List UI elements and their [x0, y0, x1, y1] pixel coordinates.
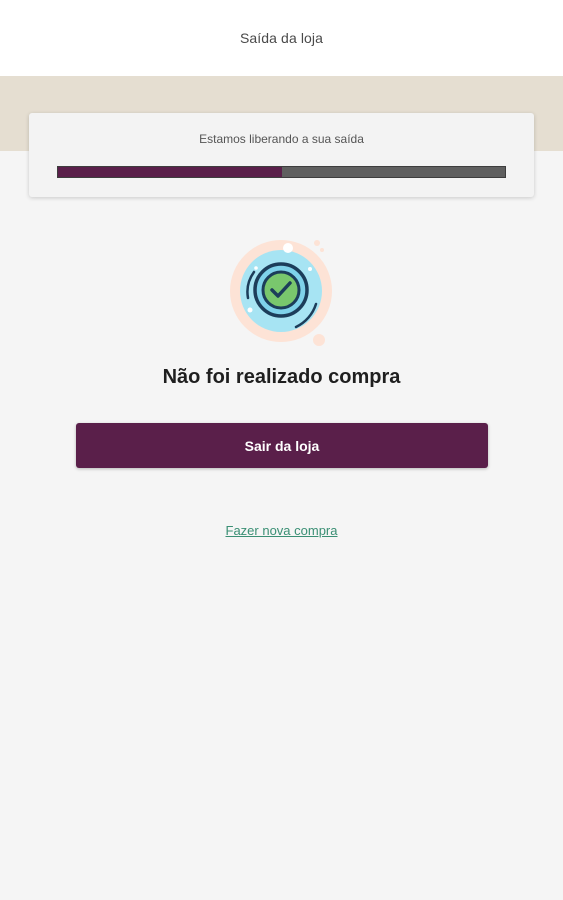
exit-status-card: Estamos liberando a sua saída — [29, 113, 534, 197]
progress-bar — [57, 166, 506, 178]
page-title: Saída da loja — [239, 30, 324, 46]
status-message: Estamos liberando a sua saída — [199, 132, 364, 146]
check-circle-icon — [226, 234, 338, 346]
new-purchase-link[interactable]: Fazer nova compra — [0, 523, 563, 538]
result-headline: Não foi realizado compra — [162, 366, 401, 388]
exit-store-button[interactable]: Sair da loja — [76, 423, 488, 468]
progress-bar-fill — [58, 167, 282, 177]
app-header: Saída da loja — [0, 0, 563, 76]
